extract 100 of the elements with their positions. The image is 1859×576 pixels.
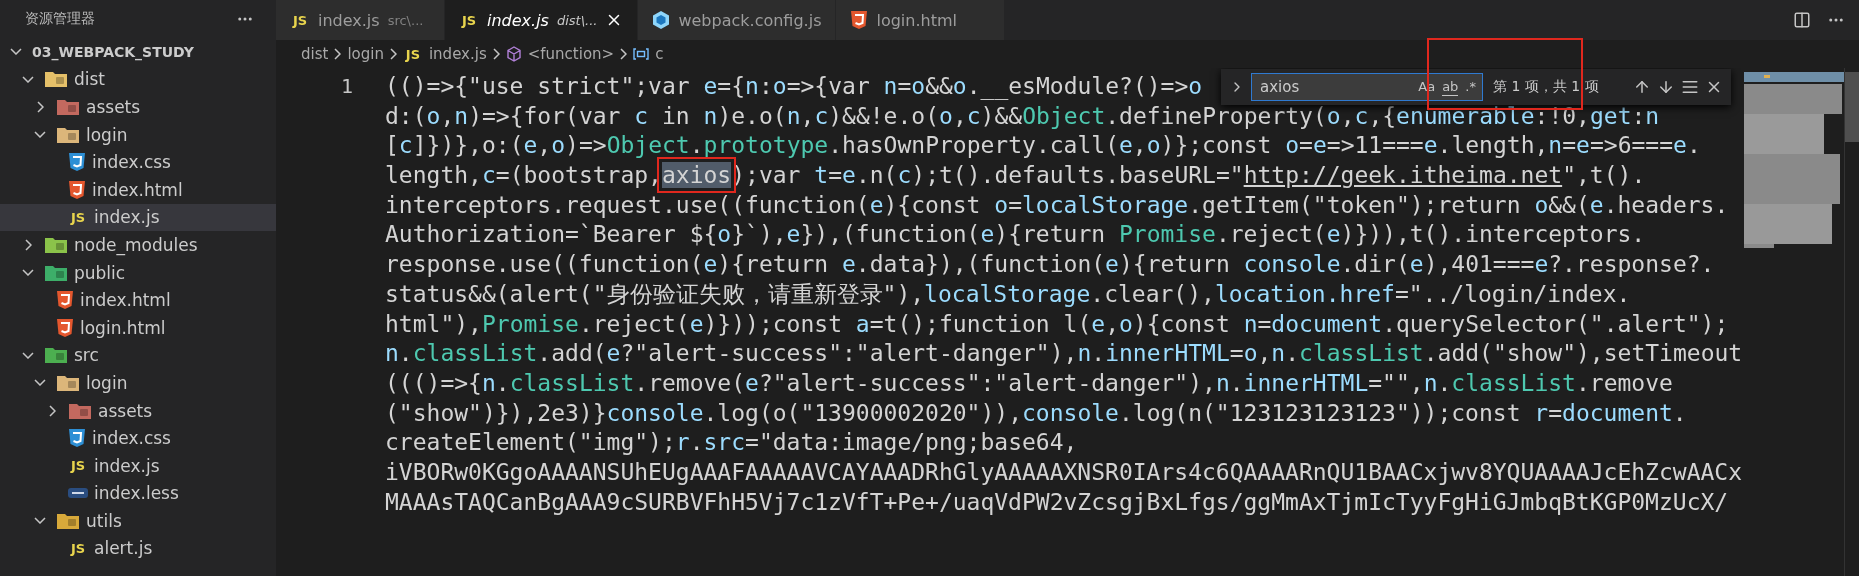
css-file-icon (68, 152, 86, 173)
item-label: index.css (92, 428, 171, 449)
scrollbar-thumb[interactable] (1845, 72, 1859, 142)
js-file-icon: JS (402, 46, 423, 62)
html-file-icon (68, 179, 86, 200)
item-label: index.html (80, 290, 171, 311)
code-line: length,c=(bootstrap,axios);var t=e.n(c);t().defaults.baseURL="http://geek.itheima.net",t(). (385, 161, 1646, 191)
less-file-icon (68, 487, 88, 500)
html-file-icon (56, 317, 74, 338)
js-file-icon: JS (459, 12, 479, 28)
variable-icon (633, 47, 650, 61)
url-link[interactable]: http://geek.itheima.net (1243, 162, 1563, 189)
tab-path: src\... (387, 12, 424, 28)
code-line: Authorization=`Bearer ${o}`),e}),(function(e){return Promise.reject(e)})),t().interceptors. (385, 220, 1646, 250)
editor-tab[interactable]: login.html (836, 0, 1006, 40)
tab-label: index.js (487, 10, 549, 30)
chevron-down-icon (22, 75, 34, 83)
breadcrumb-item[interactable]: <function> (527, 45, 615, 63)
file-item[interactable]: index.less (0, 479, 276, 508)
find-option[interactable]: .* (1465, 78, 1476, 96)
editor-tab[interactable]: webpack.config.js (638, 0, 837, 40)
chevron-down-icon (10, 48, 22, 56)
arrow-down-icon[interactable] (1657, 78, 1675, 96)
sidebar-title: 资源管理器 (25, 10, 95, 28)
code-line: iVBORw0KGgoAAAANSUhEUgAAAFAAAAAVCAYAAADRhGlyAAAAAXNSR0IArs4c6QAAAARnQU1BAACxjwv8YQUAAAAJcEhZcwAACx (385, 457, 1743, 487)
file-item[interactable]: index.html (0, 286, 276, 314)
editor-tab[interactable]: JS index.js dist\... (445, 0, 639, 40)
file-item[interactable]: index.html (0, 175, 276, 204)
file-item[interactable]: index.css (0, 424, 276, 452)
chevron-right-icon (48, 404, 56, 417)
item-label: index.less (94, 483, 179, 504)
cube-icon (652, 10, 671, 30)
js-file-icon: JS (68, 209, 88, 225)
css-file-icon (68, 428, 86, 449)
file-item[interactable]: JS index.js (0, 203, 276, 232)
folder-icon (68, 401, 92, 420)
file-item[interactable]: JS alert.js (0, 534, 276, 563)
item-label: login (86, 372, 128, 393)
file-item[interactable]: login.html (0, 313, 276, 342)
code-line: ("show")}),2e3)}console.log(o("13900002020")),console.log(n("123123123123"));const r=document. (385, 398, 1687, 428)
item-label: assets (86, 97, 141, 117)
code-line: html"),Promise.reject(e)}));const a=t();function l(e,o){const n=document.querySelector(".alert"); (385, 309, 1729, 339)
folder-item[interactable]: dist (0, 65, 276, 94)
code-line: status&&(alert("身份验证失败，请重新登录"),localStorage.clear(),location.href="../login/index. (385, 279, 1631, 309)
folder-icon (44, 70, 68, 89)
tab-label: webpack.config.js (678, 10, 822, 30)
file-item[interactable]: JS index.js (0, 451, 276, 480)
item-label: assets (98, 400, 153, 421)
chevron-right-icon (36, 101, 44, 113)
folder-item[interactable]: public (0, 258, 276, 287)
folder-icon (44, 263, 68, 282)
item-label: utils (86, 510, 122, 531)
chevron-right-icon (492, 48, 500, 60)
folder-item[interactable]: login (0, 120, 276, 149)
folder-icon (56, 373, 80, 392)
code-line: ((()=>{n.classList.remove(e?"alert-success":"alert-danger"),n.innerHTML="",n.classList.remove (385, 368, 1673, 398)
item-label: node_modules (74, 234, 198, 255)
js-file-icon: JS (68, 541, 88, 556)
folder-item[interactable]: utils (0, 507, 276, 535)
code-line: n.classList.add(e?"alert-success":"alert-danger"),n.innerHTML=o,n.classList.add("show"),setTimeout (385, 339, 1743, 369)
split-editor-icon[interactable] (1793, 11, 1811, 29)
html-file-icon (850, 10, 869, 30)
chevron-down-icon (34, 517, 46, 525)
chevron-down-icon (34, 131, 46, 139)
code-line: MAAAsTAQCanBgAAA9cSURBVFhH5Vj7c1zVfT+Pe+/uaqVdPW2vZcsgjBxLfgs/ggMmAxTjmIcTyyFgHiGJmbqBtKGP0MzUcX/ (385, 487, 1729, 517)
tab-label: login.html (876, 10, 957, 30)
item-label: login (86, 124, 128, 145)
breadcrumb-item[interactable]: c (655, 45, 664, 63)
tab-path: dist\... (556, 12, 598, 28)
code-line: createElement("img");r.src="data:image/png;base64, (385, 428, 1078, 458)
line-number: 1 (339, 73, 354, 100)
selection-icon[interactable] (1681, 78, 1699, 96)
item-label: login.html (80, 317, 166, 338)
item-label: src (74, 345, 99, 366)
breadcrumb-item[interactable]: dist (301, 45, 329, 63)
chevron-down-icon (34, 379, 46, 387)
folder-item[interactable]: 03_WEBPACK_STUDY (0, 38, 276, 66)
chevron-right-icon (334, 48, 342, 60)
html-file-icon (56, 290, 74, 311)
match-count: 第 1 项，共 1 项 (1493, 78, 1600, 96)
item-label: alert.js (94, 538, 153, 559)
folder-item[interactable]: node_modules (0, 231, 276, 259)
chevron-down-icon (22, 269, 34, 277)
folder-item[interactable]: assets (0, 396, 276, 425)
item-label: index.css (92, 152, 171, 173)
folder-item[interactable]: src (0, 341, 276, 370)
js-file-icon: JS (290, 12, 310, 28)
folder-item[interactable]: login (0, 369, 276, 397)
editor-tab[interactable]: JS index.js src\... (276, 0, 445, 40)
breadcrumb-item[interactable]: index.js (428, 45, 487, 63)
folder-item[interactable]: assets (0, 93, 276, 121)
cube-icon (505, 46, 522, 62)
item-label: dist (74, 69, 106, 90)
file-item[interactable]: index.css (0, 148, 276, 176)
breadcrumb-item[interactable]: login (347, 45, 384, 63)
folder-icon (56, 125, 80, 144)
folder-icon (44, 346, 68, 365)
item-label: 03_WEBPACK_STUDY (32, 43, 194, 60)
chevron-right-icon (24, 238, 32, 251)
item-label: index.html (92, 179, 183, 200)
